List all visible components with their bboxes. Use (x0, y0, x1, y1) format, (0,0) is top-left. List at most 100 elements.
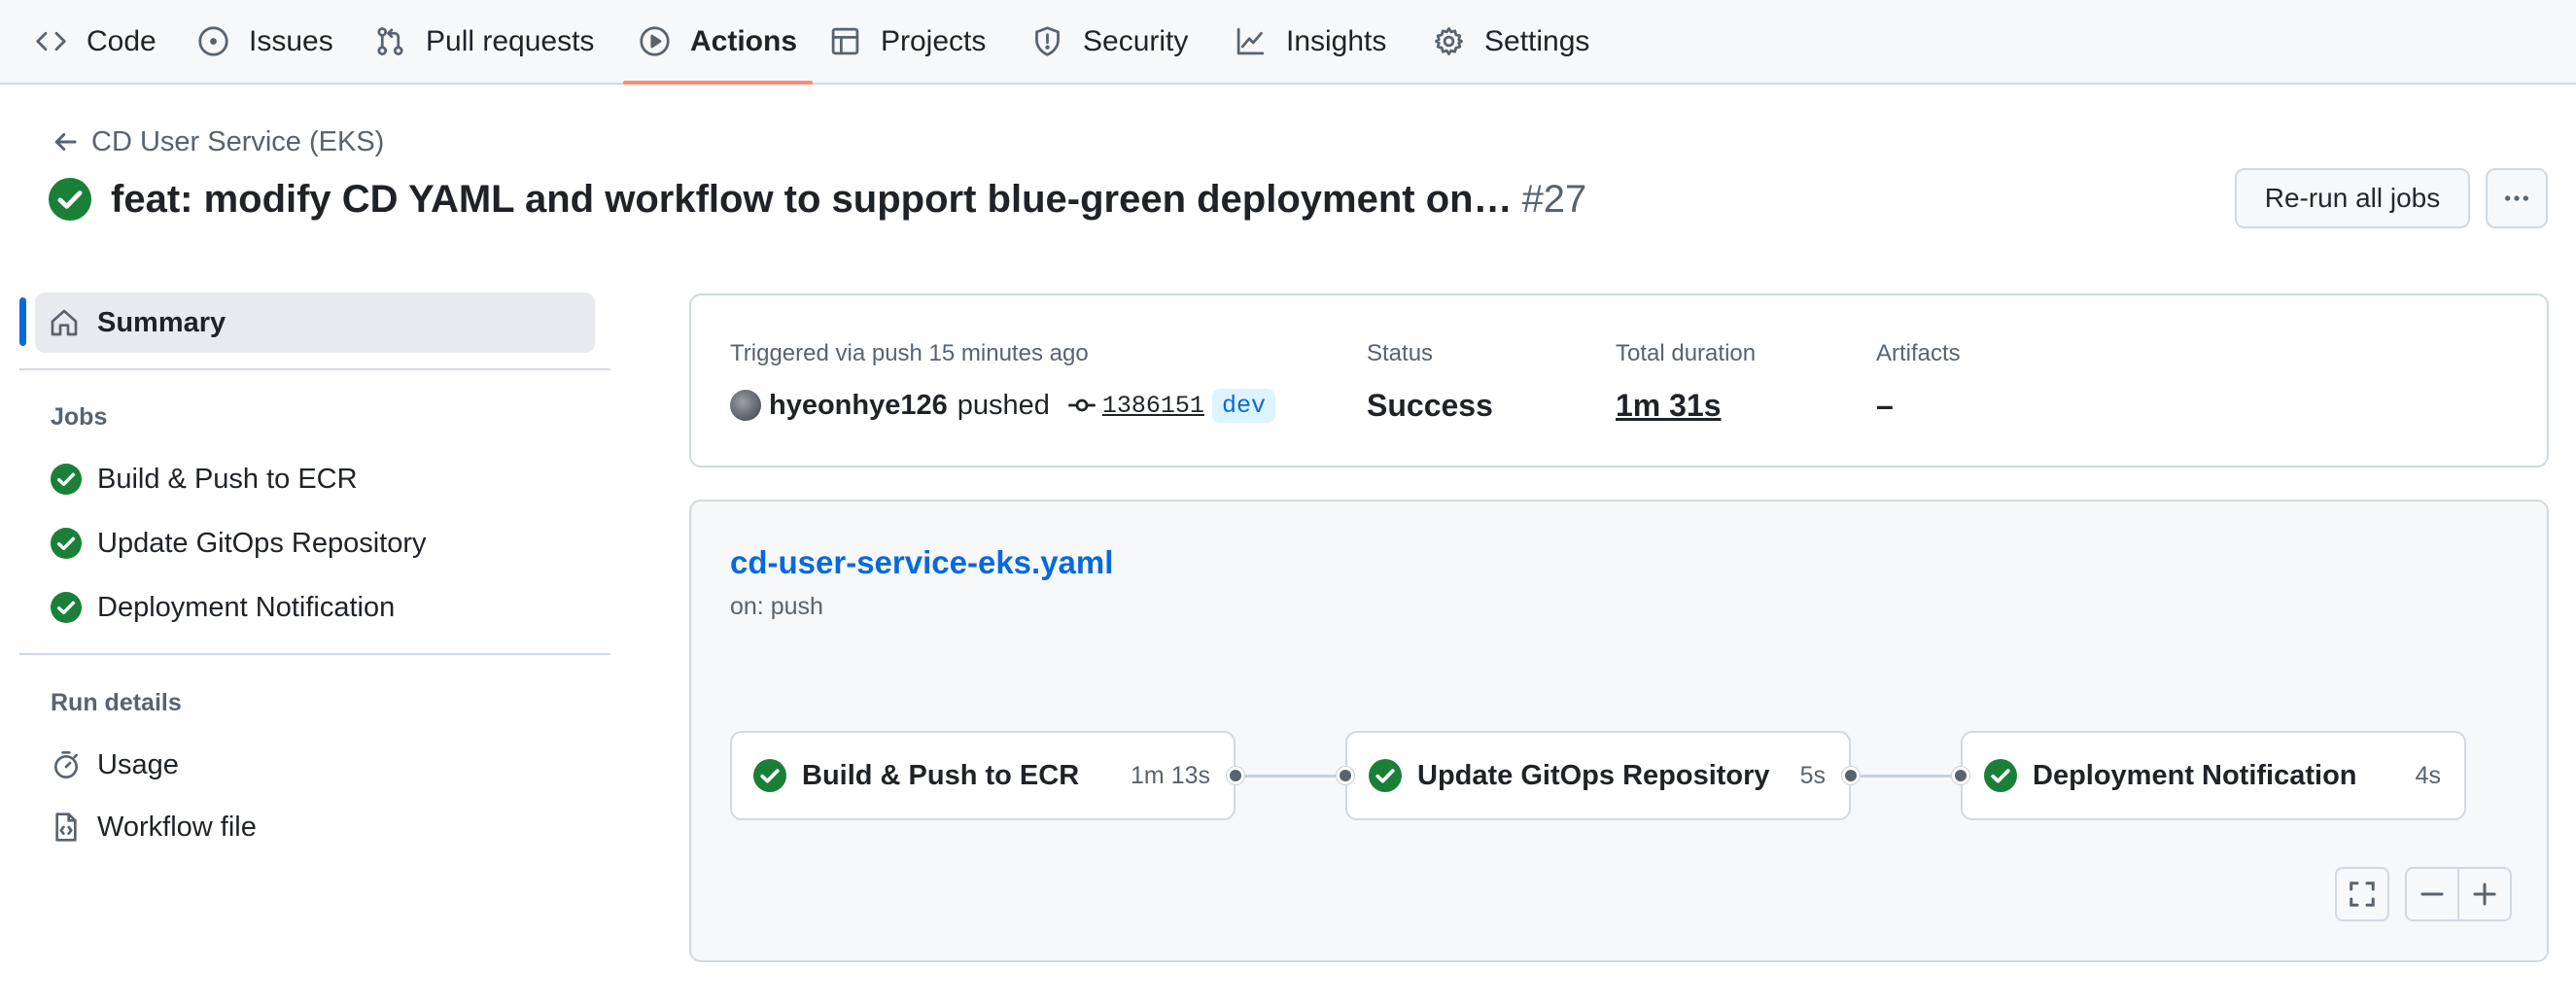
git-pull-request-icon (377, 27, 403, 55)
tab-insights[interactable]: Insights (1235, 0, 1386, 83)
sidebar-item-workflow-file[interactable]: Workflow file (51, 806, 257, 848)
issue-opened-icon (198, 26, 228, 56)
sidebar-job-update-gitops[interactable]: Update GitOps Repository (51, 522, 426, 565)
zoom-out-button[interactable] (2405, 867, 2459, 921)
tab-label: Projects (881, 24, 987, 57)
sidebar-item-label: Workflow file (97, 811, 257, 843)
shield-icon (1035, 26, 1060, 56)
actor-link[interactable]: hyeonhye126 (769, 390, 948, 422)
job-connector (1851, 775, 1967, 778)
code-icon (36, 31, 66, 52)
tab-label: Insights (1286, 24, 1387, 57)
divider (19, 653, 610, 655)
tab-actions[interactable]: Actions (623, 0, 814, 85)
job-name: Deployment Notification (2033, 759, 2357, 791)
connector-dot (1952, 767, 1969, 784)
tab-label: Actions (690, 24, 798, 57)
connector-dot (1227, 767, 1244, 784)
tab-code[interactable]: Code (35, 0, 157, 83)
job-name: Build & Push to ECR (802, 759, 1080, 791)
action-text: pushed (957, 389, 1050, 421)
connector-dot (1842, 767, 1860, 784)
divider (19, 368, 610, 370)
sidebar-item-summary[interactable]: Summary (35, 293, 595, 353)
branch-label[interactable]: dev (1211, 388, 1275, 423)
tab-label: Security (1083, 24, 1189, 57)
dash-icon (2420, 892, 2444, 896)
plus-icon (2473, 882, 2496, 906)
workflow-name: CD User Service (EKS) (91, 125, 385, 157)
zoom-in-button[interactable] (2457, 867, 2512, 921)
kebab-horizontal-icon (2505, 195, 2528, 201)
arrow-left-icon (54, 133, 77, 151)
trigger-label: Triggered via push 15 minutes ago (730, 340, 1089, 366)
play-icon (640, 26, 670, 56)
jobs-heading: Jobs (51, 403, 108, 431)
workflow-graph: cd-user-service-eks.yaml on: push Build … (689, 500, 2549, 962)
active-tab-indicator (623, 81, 814, 85)
connector-dot (1337, 767, 1354, 784)
job-node-deployment-notification[interactable]: Deployment Notification 4s (1961, 731, 2466, 820)
run-number: #27 (1521, 177, 1587, 221)
screen-full-icon (2350, 882, 2375, 907)
graph-icon (1236, 27, 1265, 55)
back-to-workflow-link[interactable]: CD User Service (EKS) (51, 124, 384, 159)
sidebar-item-label: Summary (97, 306, 226, 338)
more-options-button[interactable] (2486, 168, 2548, 228)
home-icon (51, 309, 78, 336)
repo-nav: Code Issues Pull requests Actions Projec… (0, 0, 2576, 85)
sidebar-item-label: Update GitOps Repository (97, 527, 427, 559)
tab-label: Code (87, 24, 157, 57)
trigger-info: hyeonhye126 pushed 1386151 dev (730, 383, 1275, 428)
check-circle-fill-icon (51, 592, 82, 623)
job-duration: 5s (1799, 761, 1826, 789)
run-title: feat: modify CD YAML and workflow to sup… (49, 175, 1586, 224)
active-item-indicator (19, 297, 26, 346)
check-circle-fill-icon (51, 528, 82, 559)
sidebar-item-label: Usage (97, 748, 179, 780)
tab-pull-requests[interactable]: Pull requests (374, 0, 594, 83)
file-code-icon (55, 813, 77, 842)
status-value: Success (1367, 387, 1493, 423)
check-circle-fill-icon (51, 464, 82, 495)
job-node-build-push[interactable]: Build & Push to ECR 1m 13s (730, 731, 1236, 820)
tab-settings[interactable]: Settings (1433, 0, 1589, 83)
sidebar-item-label: Build & Push to ECR (97, 463, 358, 495)
job-connector (1236, 775, 1352, 778)
job-name: Update GitOps Repository (1417, 759, 1770, 791)
tab-label: Pull requests (426, 24, 595, 57)
run-details-heading: Run details (51, 689, 182, 716)
status-label: Status (1367, 340, 1434, 366)
gear-icon (1435, 27, 1463, 55)
duration-value-link[interactable]: 1m 31s (1616, 388, 1722, 424)
check-circle-fill-icon (49, 178, 91, 221)
commit-sha-link[interactable]: 1386151 (1102, 392, 1204, 420)
sidebar-item-usage[interactable]: Usage (51, 744, 179, 786)
workflow-trigger: on: push (730, 593, 823, 620)
tab-issues[interactable]: Issues (197, 0, 333, 83)
tab-label: Settings (1484, 24, 1590, 57)
stopwatch-icon (54, 751, 78, 778)
sidebar-job-deployment-notification[interactable]: Deployment Notification (51, 586, 395, 629)
job-node-update-gitops[interactable]: Update GitOps Repository 5s (1345, 731, 1851, 820)
artifacts-label: Artifacts (1876, 340, 1961, 366)
job-duration: 1m 13s (1131, 761, 1210, 789)
run-summary-card: Triggered via push 15 minutes ago hyeonh… (689, 294, 2549, 467)
duration-value-wrap: 1m 31s (1616, 383, 1722, 428)
check-circle-fill-icon (1369, 759, 1402, 792)
workflow-file-link[interactable]: cd-user-service-eks.yaml (730, 544, 1113, 581)
sidebar-item-label: Deployment Notification (97, 591, 396, 623)
sidebar-job-build-push[interactable]: Build & Push to ECR (51, 458, 358, 501)
check-circle-fill-icon (1984, 759, 2017, 792)
status-value-wrap: Success (1367, 383, 1493, 428)
git-commit-icon (1068, 398, 1096, 412)
page-title: feat: modify CD YAML and workflow to sup… (111, 177, 1513, 221)
rerun-all-jobs-button[interactable]: Re-run all jobs (2235, 168, 2470, 228)
artifacts-value-wrap: – (1876, 383, 1894, 428)
tab-projects[interactable]: Projects (829, 0, 986, 83)
artifacts-value: – (1876, 387, 1894, 423)
avatar[interactable] (730, 390, 761, 421)
tab-label: Issues (249, 24, 333, 57)
fullscreen-button[interactable] (2335, 867, 2389, 921)
tab-security[interactable]: Security (1031, 0, 1188, 83)
